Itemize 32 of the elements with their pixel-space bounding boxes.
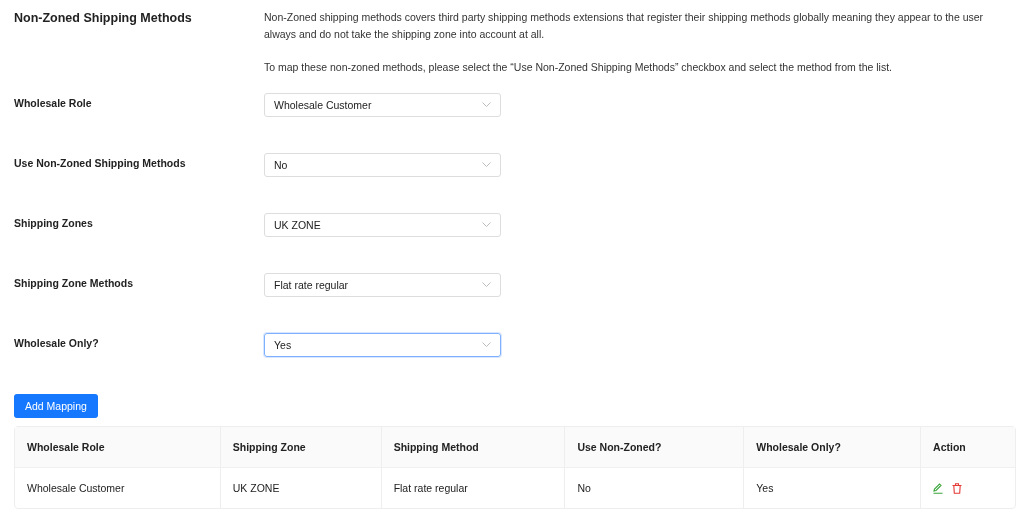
field-label: Shipping Zone Methods bbox=[14, 276, 134, 291]
select-field[interactable]: Wholesale Customer bbox=[264, 93, 501, 117]
column-header: Shipping Method bbox=[393, 441, 479, 453]
field-label: Wholesale Role bbox=[14, 96, 93, 111]
chevron-down-icon bbox=[482, 282, 491, 288]
column-header: Wholesale Role bbox=[27, 441, 105, 453]
table-cell: Wholesale Customer bbox=[27, 482, 125, 494]
edit-icon[interactable] bbox=[933, 482, 944, 494]
field-label: Use Non-Zoned Shipping Methods bbox=[14, 156, 187, 171]
table-cell: No bbox=[577, 482, 591, 494]
column-header: Shipping Zone bbox=[232, 441, 306, 453]
chevron-down-icon bbox=[482, 222, 491, 228]
field-label: Shipping Zones bbox=[14, 216, 94, 231]
description-text: Non-Zoned shipping methods covers third party shipping methods extensions that register their shipping methods globally meaning they appear to the user always and do not take the shipping zone into account at all. bbox=[264, 10, 985, 42]
chevron-down-icon bbox=[482, 162, 491, 168]
delete-icon[interactable] bbox=[952, 482, 963, 494]
column-header: Wholesale Only? bbox=[756, 441, 841, 453]
table-cell: Yes bbox=[756, 482, 774, 494]
select-field[interactable]: Yes bbox=[264, 333, 501, 357]
chevron-down-icon bbox=[482, 342, 491, 348]
add-mapping-button[interactable]: Add Mapping bbox=[14, 394, 98, 418]
table-cell: UK ZONE bbox=[232, 482, 280, 494]
select-field[interactable]: No bbox=[264, 153, 501, 177]
select-field[interactable]: Flat rate regular bbox=[264, 273, 501, 297]
chevron-down-icon bbox=[482, 102, 491, 108]
field-label: Wholesale Only? bbox=[14, 336, 100, 351]
column-header: Action bbox=[933, 441, 966, 453]
column-header: Use Non-Zoned? bbox=[577, 441, 662, 453]
description-text: To map these non-zoned methods, please select the “Use Non-Zoned Shipping Methods” checkbox and select the method from the list. bbox=[264, 60, 894, 75]
select-field[interactable]: UK ZONE bbox=[264, 213, 501, 237]
section-title: Non-Zoned Shipping Methods bbox=[14, 10, 193, 27]
table-cell: Flat rate regular bbox=[393, 482, 468, 494]
